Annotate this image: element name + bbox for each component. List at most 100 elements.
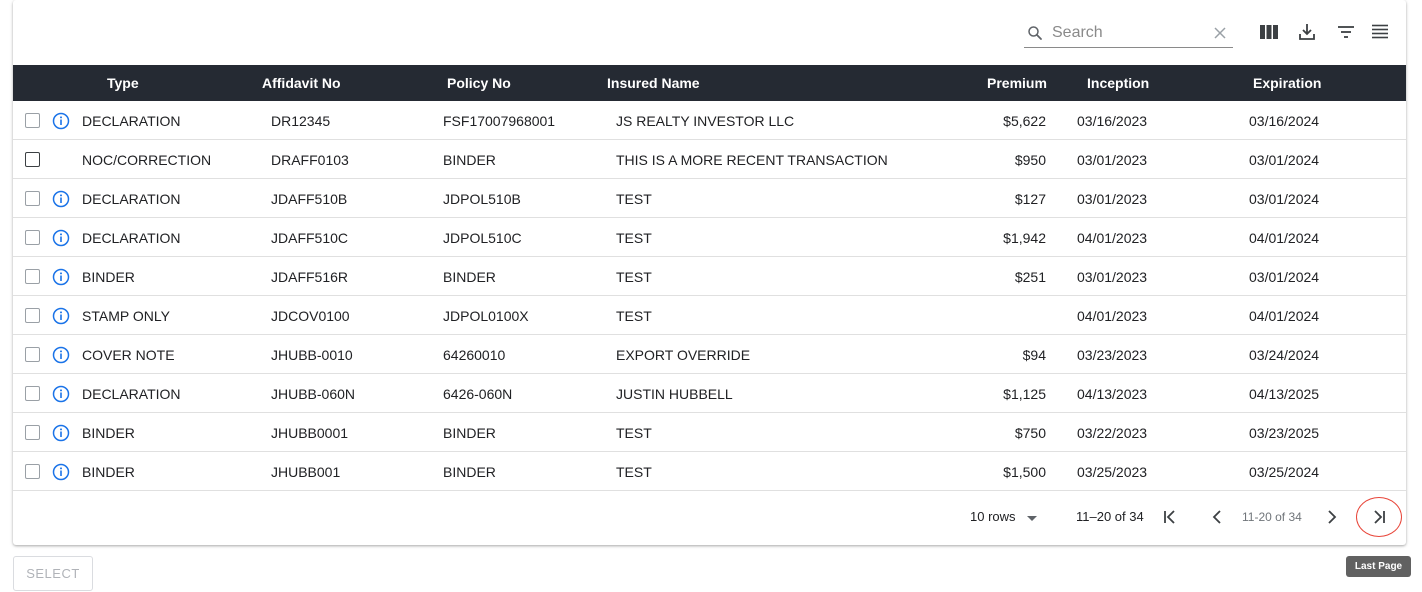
select-button[interactable]: SELECT bbox=[13, 556, 93, 591]
row-checkbox[interactable] bbox=[25, 464, 40, 479]
next-page-button[interactable] bbox=[1319, 505, 1343, 529]
info-icon[interactable] bbox=[52, 112, 70, 130]
column-header-affidavit[interactable]: Affidavit No bbox=[262, 65, 341, 101]
cell-type: DECLARATION bbox=[82, 113, 181, 129]
cell-inception: 03/01/2023 bbox=[1077, 152, 1148, 168]
info-icon[interactable] bbox=[52, 268, 70, 286]
cell-expiration: 04/13/2025 bbox=[1249, 386, 1320, 402]
cell-insured: JUSTIN HUBBELL bbox=[616, 386, 733, 402]
previous-page-button[interactable] bbox=[1206, 505, 1230, 529]
row-checkbox[interactable] bbox=[25, 386, 40, 401]
column-header-inception[interactable]: Inception bbox=[1087, 65, 1149, 101]
download-icon bbox=[1299, 24, 1315, 40]
cell-inception: 03/25/2023 bbox=[1077, 464, 1148, 480]
search-field[interactable] bbox=[1024, 18, 1233, 48]
cell-affidavit: JDAFF510C bbox=[271, 230, 349, 246]
table-row[interactable]: DECLARATION JHUBB-060N 6426-060N JUSTIN … bbox=[13, 374, 1406, 413]
cell-type: DECLARATION bbox=[82, 191, 181, 207]
row-checkbox[interactable] bbox=[25, 269, 40, 284]
cell-premium: $251 bbox=[1014, 269, 1046, 285]
cell-premium: $1,500 bbox=[1003, 464, 1046, 480]
cell-type: BINDER bbox=[82, 425, 135, 441]
first-page-icon bbox=[1164, 510, 1175, 524]
cell-policy: BINDER bbox=[443, 425, 496, 441]
column-header-type[interactable]: Type bbox=[107, 65, 139, 101]
info-icon[interactable] bbox=[52, 424, 70, 442]
cell-policy: 6426-060N bbox=[443, 386, 513, 402]
clear-search-icon[interactable] bbox=[1213, 26, 1227, 40]
rows-per-page-select[interactable]: 10 rows bbox=[970, 492, 1016, 542]
pagination-bar: 10 rows 11–20 of 34 11-20 of 34 bbox=[13, 492, 1406, 545]
table-row[interactable]: DECLARATION DR12345 FSF17007968001 JS RE… bbox=[13, 101, 1406, 140]
cell-policy: BINDER bbox=[443, 152, 496, 168]
row-checkbox[interactable] bbox=[25, 230, 40, 245]
cell-policy: FSF17007968001 bbox=[443, 113, 556, 129]
table-row[interactable]: BINDER JDAFF516R BINDER TEST $251 03/01/… bbox=[13, 257, 1406, 296]
cell-insured: JS REALTY INVESTOR LLC bbox=[616, 113, 795, 129]
table-row[interactable]: BINDER JHUBB0001 BINDER TEST $750 03/22/… bbox=[13, 413, 1406, 452]
row-checkbox[interactable] bbox=[25, 152, 40, 167]
export-button[interactable] bbox=[1295, 20, 1319, 44]
table-row[interactable]: STAMP ONLY JDCOV0100 JDPOL0100X TEST 04/… bbox=[13, 296, 1406, 335]
row-checkbox[interactable] bbox=[25, 347, 40, 362]
table-row[interactable]: COVER NOTE JHUBB-0010 64260010 EXPORT OV… bbox=[13, 335, 1406, 374]
page-range-label: 11–20 of 34 bbox=[1076, 509, 1144, 524]
cell-expiration: 03/25/2024 bbox=[1249, 464, 1320, 480]
cell-affidavit: JHUBB0001 bbox=[271, 425, 349, 441]
cell-type: STAMP ONLY bbox=[82, 308, 170, 324]
chevron-down-icon[interactable] bbox=[1026, 514, 1038, 522]
cell-inception: 03/22/2023 bbox=[1077, 425, 1148, 441]
cell-premium: $94 bbox=[1022, 347, 1046, 363]
cell-insured: TEST bbox=[616, 308, 652, 324]
cell-type: DECLARATION bbox=[82, 230, 181, 246]
cell-expiration: 03/01/2024 bbox=[1249, 269, 1320, 285]
density-button[interactable] bbox=[1368, 20, 1392, 44]
cell-insured: TEST bbox=[616, 269, 652, 285]
table-row[interactable]: DECLARATION JDAFF510C JDPOL510C TEST $1,… bbox=[13, 218, 1406, 257]
info-icon[interactable] bbox=[52, 190, 70, 208]
cell-premium: $127 bbox=[1014, 191, 1046, 207]
last-page-tooltip: Last Page bbox=[1346, 556, 1411, 577]
column-header-policy[interactable]: Policy No bbox=[447, 65, 511, 101]
info-icon[interactable] bbox=[52, 229, 70, 247]
cell-premium: $1,125 bbox=[1003, 386, 1046, 402]
filter-icon bbox=[1338, 26, 1354, 38]
cell-policy: JDPOL510B bbox=[443, 191, 521, 207]
cell-inception: 04/01/2023 bbox=[1077, 308, 1148, 324]
filter-button[interactable] bbox=[1334, 20, 1358, 44]
cell-policy: BINDER bbox=[443, 464, 496, 480]
cell-insured: EXPORT OVERRIDE bbox=[616, 347, 751, 363]
last-page-button[interactable] bbox=[1367, 505, 1391, 529]
row-checkbox[interactable] bbox=[25, 425, 40, 440]
row-checkbox[interactable] bbox=[25, 113, 40, 128]
cell-affidavit: DRAFF0103 bbox=[271, 152, 349, 168]
info-icon[interactable] bbox=[52, 385, 70, 403]
table-row[interactable]: BINDER JHUBB001 BINDER TEST $1,500 03/25… bbox=[13, 452, 1406, 491]
cell-expiration: 04/01/2024 bbox=[1249, 308, 1320, 324]
search-input[interactable] bbox=[1052, 22, 1202, 44]
cell-policy: BINDER bbox=[443, 269, 496, 285]
columns-button[interactable] bbox=[1257, 20, 1281, 44]
cell-affidavit: JDAFF516R bbox=[271, 269, 349, 285]
table-row[interactable]: NOC/CORRECTION DRAFF0103 BINDER THIS IS … bbox=[13, 140, 1406, 179]
info-icon[interactable] bbox=[52, 463, 70, 481]
row-checkbox[interactable] bbox=[25, 191, 40, 206]
search-icon bbox=[1028, 26, 1042, 40]
cell-inception: 03/16/2023 bbox=[1077, 113, 1148, 129]
cell-premium: $950 bbox=[1014, 152, 1046, 168]
cell-premium: $1,942 bbox=[1003, 230, 1046, 246]
cell-expiration: 03/23/2025 bbox=[1249, 425, 1320, 441]
table-row[interactable]: DECLARATION JDAFF510B JDPOL510B TEST $12… bbox=[13, 179, 1406, 218]
info-icon[interactable] bbox=[52, 307, 70, 325]
cell-affidavit: JDCOV0100 bbox=[271, 308, 350, 324]
cell-expiration: 03/01/2024 bbox=[1249, 191, 1320, 207]
cell-inception: 03/23/2023 bbox=[1077, 347, 1148, 363]
column-header-expiration[interactable]: Expiration bbox=[1253, 65, 1321, 101]
column-header-insured[interactable]: Insured Name bbox=[607, 65, 700, 101]
info-icon[interactable] bbox=[52, 346, 70, 364]
page-range-small: 11-20 of 34 bbox=[1242, 510, 1302, 524]
cell-inception: 04/01/2023 bbox=[1077, 230, 1148, 246]
row-checkbox[interactable] bbox=[25, 308, 40, 323]
first-page-button[interactable] bbox=[1158, 505, 1182, 529]
column-header-premium[interactable]: Premium bbox=[987, 65, 1047, 101]
